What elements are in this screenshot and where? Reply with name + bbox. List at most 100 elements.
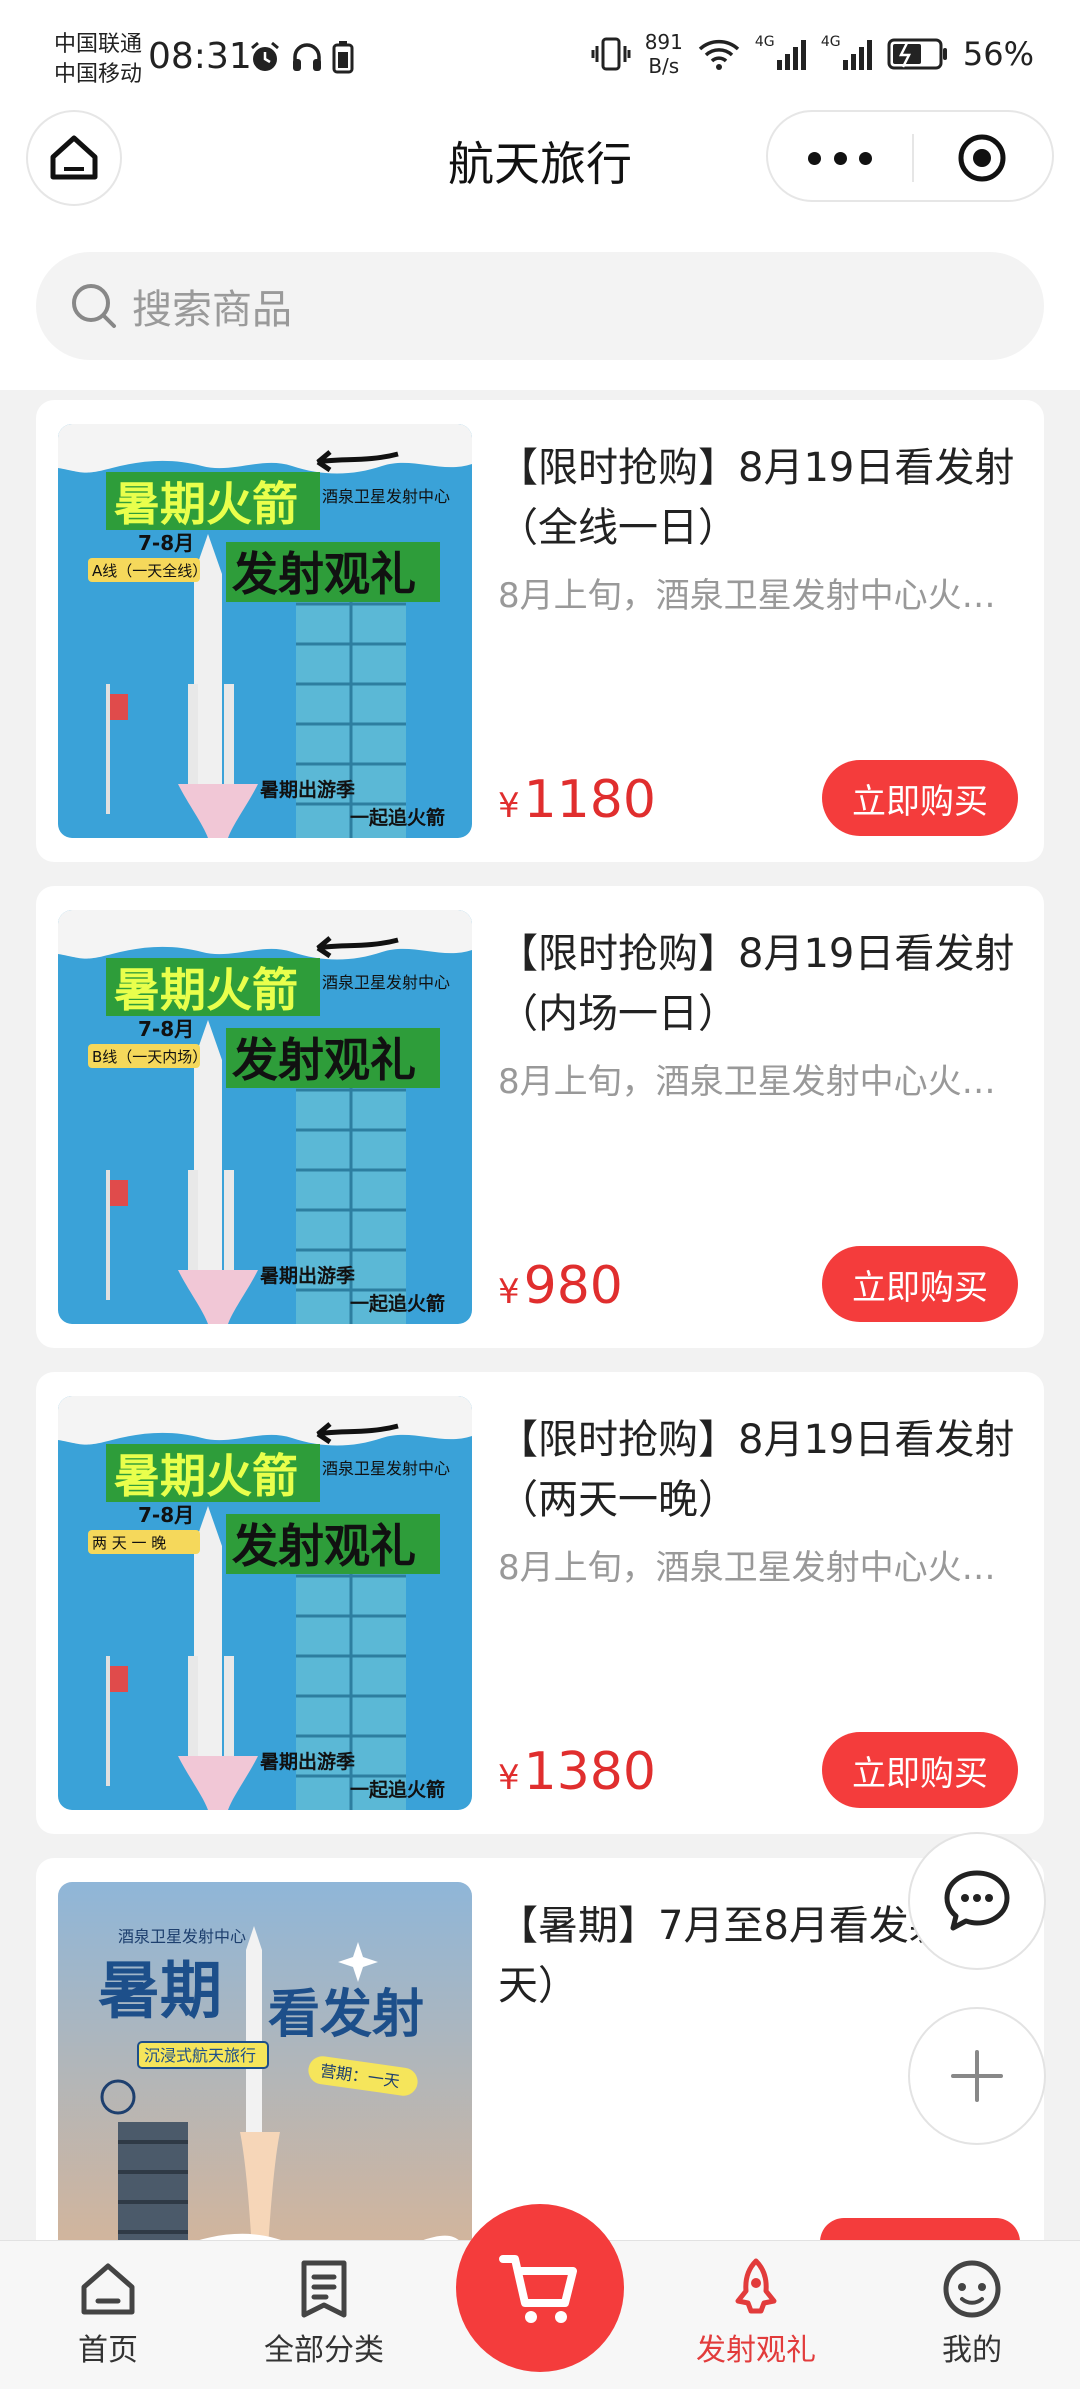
network-tag-2: 4G (820, 34, 841, 50)
signal-strength-icon-2: 4G (820, 34, 873, 72)
tab-categories[interactable]: 全部分类 (244, 2241, 404, 2389)
tab-label: 我的 (942, 2333, 1002, 2368)
home-icon (81, 2263, 135, 2315)
profile-icon (943, 2260, 1001, 2318)
product-title[interactable]: 【限时抢购】8月19日看发射（全线一日） (498, 438, 1018, 558)
poster-center: 酒泉卫星发射中心 (322, 973, 450, 992)
more-dots-icon (808, 151, 821, 165)
poster-center: 酒泉卫星发射中心 (118, 1927, 246, 1946)
carrier-names: 中国联通 中国移动 (54, 30, 142, 90)
more-dot (859, 151, 872, 165)
more-dot (833, 151, 847, 165)
vibrate-icon (591, 37, 631, 71)
poster-footer-1: 暑期出游季 (260, 778, 355, 801)
status-bar: 中国联通 中国移动 08:31 891 B/s 4G 4G 56% (0, 0, 1080, 110)
product-price: ¥ 1180 (498, 770, 656, 830)
cart-button[interactable] (456, 2204, 624, 2372)
tab-label: 全部分类 (264, 2333, 384, 2368)
customer-service-button[interactable] (908, 1832, 1046, 1970)
close-mini-program-icon[interactable] (956, 132, 1008, 184)
poster-months: 7-8月 (138, 1503, 194, 1527)
product-card[interactable]: 暑期火箭 发射观礼 酒泉卫星发射中心 7-8月 B线（一天内场） 暑期出游季 一… (36, 886, 1044, 1348)
poster-ribbon: 沉浸式航天旅行 (144, 2046, 256, 2065)
clock: 08:31 (148, 36, 252, 77)
tab-launch-viewing[interactable]: 发射观礼 (676, 2241, 836, 2389)
poster-tag: B线（一天内场） (92, 1048, 207, 1066)
tab-label: 发射观礼 (696, 2333, 816, 2368)
poster-headline-1: 暑期火箭 (114, 1449, 298, 1503)
product-title[interactable]: 【限时抢购】8月19日看发射（两天一晚） (498, 1410, 1018, 1530)
poster-center: 酒泉卫星发射中心 (322, 1459, 450, 1478)
poster-tag: A线（一天全线） (92, 562, 207, 580)
price-value: 980 (523, 1256, 623, 1316)
signal-strength-icon-1: 4G (754, 34, 807, 72)
product-card[interactable]: 酒泉卫星发射中心 暑期 看发射 沉浸式航天旅行 营期：一天 【暑期】7月至8月看… (36, 1858, 1044, 2258)
poster-footer-1: 暑期出游季 (260, 1750, 355, 1773)
product-image[interactable]: 暑期火箭 发射观礼 酒泉卫星发射中心 7-8月 B线（一天内场） 暑期出游季 一… (58, 910, 472, 1324)
poster-headline-1: 暑期 (98, 1954, 222, 2027)
poster-headline-2: 发射观礼 (232, 1033, 416, 1087)
price-currency: ¥ (498, 1272, 520, 1312)
status-icons-right: 891 B/s 4G 4G 56% (591, 30, 1034, 78)
mini-program-capsule (766, 110, 1054, 202)
poster-footer-2: 一起追火箭 (350, 806, 445, 829)
mini-program-nav-bar: 航天旅行 (0, 110, 1080, 230)
launch-rocket-icon (735, 2258, 777, 2314)
buy-now-button[interactable]: 立即购买 (822, 1246, 1018, 1322)
tab-profile[interactable]: 我的 (892, 2241, 1052, 2389)
product-image[interactable]: 暑期火箭 发射观礼 酒泉卫星发射中心 7-8月 两 天 一 晚 暑期出游季 一起… (58, 1396, 472, 1810)
shopping-cart-icon (499, 2255, 577, 2323)
plus-icon (951, 2050, 1003, 2102)
search-input[interactable]: 搜索商品 (36, 252, 1044, 360)
poster-footer-2: 一起追火箭 (350, 1778, 445, 1801)
tab-label: 首页 (78, 2333, 138, 2368)
carrier-1: 中国联通 (54, 32, 143, 57)
poster-months: 7-8月 (138, 1017, 194, 1041)
net-speed-unit: B/s (648, 54, 680, 78)
product-image[interactable]: 酒泉卫星发射中心 暑期 看发射 沉浸式航天旅行 营期：一天 (58, 1882, 472, 2258)
alarm-icon (251, 41, 279, 71)
net-speed: 891 B/s (645, 30, 683, 78)
poster-headline-1: 暑期火箭 (114, 963, 298, 1017)
search-placeholder: 搜索商品 (132, 287, 292, 333)
poster-tag: 两 天 一 晚 (92, 1534, 166, 1552)
battery-saver-icon (332, 41, 354, 74)
net-speed-value: 891 (644, 30, 683, 54)
buy-now-button[interactable]: 立即购买 (822, 1732, 1018, 1808)
category-list-icon (301, 2260, 347, 2318)
buy-now-button-partial[interactable] (820, 2218, 1020, 2242)
poster-footer-1: 暑期出游季 (260, 1264, 355, 1287)
product-description: 8月上旬，酒泉卫星发射中心火… (498, 576, 996, 616)
product-price: ¥ 1380 (498, 1742, 656, 1802)
price-currency: ¥ (498, 786, 520, 826)
poster-headline-2: 发射观礼 (232, 1519, 416, 1573)
more-options-button[interactable] (808, 142, 872, 174)
poster-center: 酒泉卫星发射中心 (322, 487, 450, 506)
status-icons-left (248, 40, 354, 74)
wifi-icon (698, 39, 740, 70)
product-description: 8月上旬，酒泉卫星发射中心火… (498, 1548, 996, 1588)
buy-now-button[interactable]: 立即购买 (822, 760, 1018, 836)
product-card[interactable]: 暑期火箭 发射观礼 酒泉卫星发射中心 7-8月 A线（一天全线） 暑期出游季 一… (36, 400, 1044, 862)
product-image[interactable]: 暑期火箭 发射观礼 酒泉卫星发射中心 7-8月 A线（一天全线） 暑期出游季 一… (58, 424, 472, 838)
tab-home[interactable]: 首页 (28, 2241, 188, 2389)
chat-bubble-icon (944, 1870, 1010, 1931)
poster-months: 7-8月 (138, 531, 194, 555)
product-price: ¥ 980 (498, 1256, 623, 1316)
battery-icon (887, 38, 947, 70)
price-value: 1380 (523, 1742, 656, 1802)
poster-headline-2: 看发射 (268, 1985, 424, 2045)
capsule-divider (912, 134, 914, 182)
product-card[interactable]: 暑期火箭 发射观礼 酒泉卫星发射中心 7-8月 两 天 一 晚 暑期出游季 一起… (36, 1372, 1044, 1834)
product-description: 8月上旬，酒泉卫星发射中心火… (498, 1062, 996, 1102)
product-title[interactable]: 【限时抢购】8月19日看发射（内场一日） (498, 924, 1018, 1044)
poster-headline-1: 暑期火箭 (114, 477, 298, 531)
price-currency: ¥ (498, 1758, 520, 1798)
poster-footer-2: 一起追火箭 (350, 1292, 445, 1315)
price-value: 1180 (523, 770, 656, 830)
network-tag-1: 4G (754, 34, 775, 50)
add-button[interactable] (908, 2007, 1046, 2145)
battery-percentage: 56% (962, 35, 1034, 73)
headphones-icon (293, 43, 321, 71)
poster-headline-2: 发射观礼 (232, 547, 416, 601)
